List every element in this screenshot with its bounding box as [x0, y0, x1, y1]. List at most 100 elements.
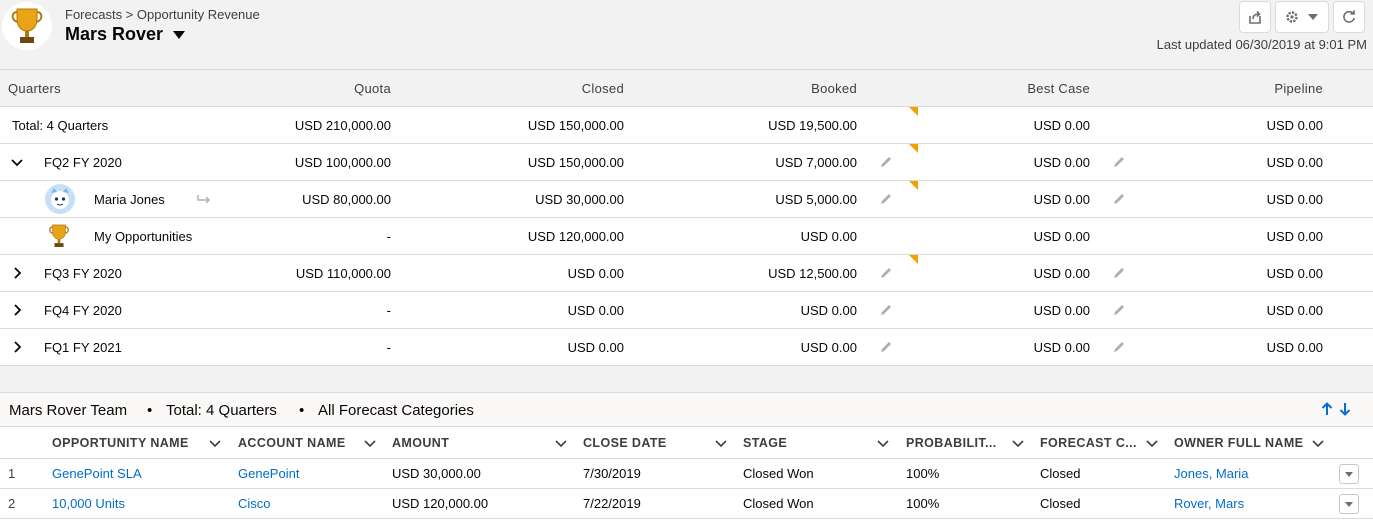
pipeline-value[interactable]: USD 0.00 [1267, 144, 1323, 181]
col-opportunity-name[interactable]: OPPORTUNITY NAME [52, 427, 189, 459]
opportunity-link[interactable]: 10,000 Units [52, 489, 125, 519]
forecast-row-fq4[interactable]: FQ4 FY 2020 - USD 0.00 USD 0.00 USD 0.00… [0, 292, 1373, 329]
probability: 100% [906, 466, 940, 481]
row-action-menu[interactable] [1339, 464, 1359, 484]
chevron-down-icon[interactable] [209, 437, 221, 449]
close-date: 7/30/2019 [583, 466, 641, 481]
pipeline-value[interactable]: USD 0.00 [1267, 255, 1323, 292]
page-header: Forecasts > Opportunity Revenue Mars Rov… [0, 0, 1373, 70]
best-case-value[interactable]: USD 0.00 [1034, 181, 1090, 218]
chevron-down-icon[interactable] [10, 155, 24, 169]
pipeline-value[interactable]: USD 0.00 [1267, 292, 1323, 329]
caret-down-icon[interactable] [173, 30, 186, 39]
adjustment-flag [909, 144, 918, 153]
pencil-icon[interactable] [1112, 192, 1126, 206]
opportunity-list-header: Mars Rover Team • Total: 4 Quarters • Al… [0, 392, 1373, 427]
breadcrumb[interactable]: Forecasts > Opportunity Revenue [65, 7, 260, 22]
best-case-value[interactable]: USD 0.00 [1034, 218, 1090, 255]
booked-value[interactable]: USD 19,500.00 [768, 107, 857, 144]
stage: Closed Won [743, 496, 814, 511]
chevron-down-icon[interactable] [1012, 437, 1024, 449]
pencil-icon[interactable] [879, 192, 893, 206]
settings-menu-button[interactable] [1275, 1, 1329, 33]
pipeline-value[interactable]: USD 0.00 [1267, 218, 1323, 255]
pencil-icon[interactable] [879, 303, 893, 317]
forecast-row-my-opportunities[interactable]: My Opportunities - USD 120,000.00 USD 0.… [0, 218, 1373, 255]
pencil-icon[interactable] [1112, 266, 1126, 280]
col-account-name[interactable]: ACCOUNT NAME [238, 427, 346, 459]
booked-value[interactable]: USD 0.00 [801, 292, 857, 329]
categories-label: All Forecast Categories [318, 402, 474, 419]
row-label: FQ1 FY 2021 [44, 340, 122, 355]
forecast-row-fq3[interactable]: FQ3 FY 2020 USD 110,000.00 USD 0.00 USD … [0, 255, 1373, 292]
col-owner-full-name[interactable]: OWNER FULL NAME [1174, 427, 1303, 459]
pipeline-value[interactable]: USD 0.00 [1267, 107, 1323, 144]
account-link[interactable]: Cisco [238, 489, 271, 519]
best-case-value[interactable]: USD 0.00 [1034, 144, 1090, 181]
chevron-down-icon [1345, 502, 1353, 507]
owner-link[interactable]: Jones, Maria [1174, 459, 1248, 489]
opportunity-link[interactable]: GenePoint SLA [52, 459, 142, 489]
forecast-row-maria-jones[interactable]: Maria Jones USD 80,000.00 USD 30,000.00 … [0, 181, 1373, 218]
chevron-down-icon[interactable] [1312, 437, 1324, 449]
booked-value[interactable]: USD 12,500.00 [768, 255, 857, 292]
pencil-icon[interactable] [1112, 155, 1126, 169]
booked-value[interactable]: USD 0.00 [801, 329, 857, 366]
avatar [45, 184, 75, 214]
chevron-right-icon[interactable] [10, 266, 24, 280]
chevron-down-icon[interactable] [1146, 437, 1158, 449]
booked-value[interactable]: USD 7,000.00 [775, 144, 857, 181]
last-updated: Last updated 06/30/2019 at 9:01 PM [1156, 37, 1367, 52]
row-action-menu[interactable] [1339, 494, 1359, 514]
row-label[interactable]: My Opportunities [94, 218, 192, 255]
gear-icon [1286, 11, 1298, 23]
best-case-value[interactable]: USD 0.00 [1034, 107, 1090, 144]
booked-value[interactable]: USD 0.00 [801, 218, 857, 255]
booked-value[interactable]: USD 5,000.00 [775, 181, 857, 218]
chevron-down-icon[interactable] [364, 437, 376, 449]
col-forecast-category[interactable]: FORECAST C... [1040, 427, 1137, 459]
pencil-icon[interactable] [1112, 340, 1126, 354]
best-case-value[interactable]: USD 0.00 [1034, 329, 1090, 366]
owner-link[interactable]: Rover, Mars [1174, 489, 1244, 519]
page-title[interactable]: Mars Rover [65, 24, 186, 45]
pencil-icon[interactable] [879, 340, 893, 354]
chevron-down-icon[interactable] [715, 437, 727, 449]
user-name[interactable]: Maria Jones [94, 181, 165, 218]
refresh-button[interactable] [1333, 1, 1365, 33]
best-case-value[interactable]: USD 0.00 [1034, 292, 1090, 329]
opportunity-column-headers: OPPORTUNITY NAME ACCOUNT NAME AMOUNT CLO… [0, 427, 1373, 459]
col-amount[interactable]: AMOUNT [392, 427, 449, 459]
closed-value: USD 0.00 [567, 303, 624, 318]
col-probability[interactable]: PROBABILIT... [906, 427, 997, 459]
arrow-down-icon[interactable] [1339, 402, 1351, 416]
chevron-right-icon[interactable] [10, 340, 24, 354]
pipeline-value[interactable]: USD 0.00 [1267, 329, 1323, 366]
account-link[interactable]: GenePoint [238, 459, 299, 489]
closed-value: USD 0.00 [567, 340, 624, 355]
pipeline-value[interactable]: USD 0.00 [1267, 181, 1323, 218]
share-button[interactable] [1239, 1, 1271, 33]
chevron-down-icon [1345, 472, 1353, 477]
forecast-row-fq1[interactable]: FQ1 FY 2021 - USD 0.00 USD 0.00 USD 0.00… [0, 329, 1373, 366]
col-pipeline: Pipeline [1274, 81, 1323, 96]
row-label: FQ4 FY 2020 [44, 303, 122, 318]
chevron-right-icon[interactable] [10, 303, 24, 317]
page-title-text: Mars Rover [65, 24, 164, 44]
forecast-row-total[interactable]: Total: 4 Quarters USD 210,000.00 USD 150… [0, 107, 1373, 144]
refresh-icon [1343, 10, 1355, 23]
arrow-up-icon[interactable] [1321, 402, 1333, 416]
col-stage[interactable]: STAGE [743, 427, 787, 459]
pencil-icon[interactable] [1112, 303, 1126, 317]
chevron-down-icon[interactable] [555, 437, 567, 449]
section-divider [0, 366, 1373, 392]
forecast-header-row: Quarters Quota Closed Booked Best Case P… [0, 70, 1373, 107]
chevron-down-icon[interactable] [877, 437, 889, 449]
forecast-row-fq2[interactable]: FQ2 FY 2020 USD 100,000.00 USD 150,000.0… [0, 144, 1373, 181]
pencil-icon[interactable] [879, 266, 893, 280]
drill-down-icon[interactable] [196, 193, 212, 207]
pencil-icon[interactable] [879, 155, 893, 169]
col-close-date[interactable]: CLOSE DATE [583, 427, 667, 459]
quota-value: USD 210,000.00 [294, 118, 391, 133]
best-case-value[interactable]: USD 0.00 [1034, 255, 1090, 292]
